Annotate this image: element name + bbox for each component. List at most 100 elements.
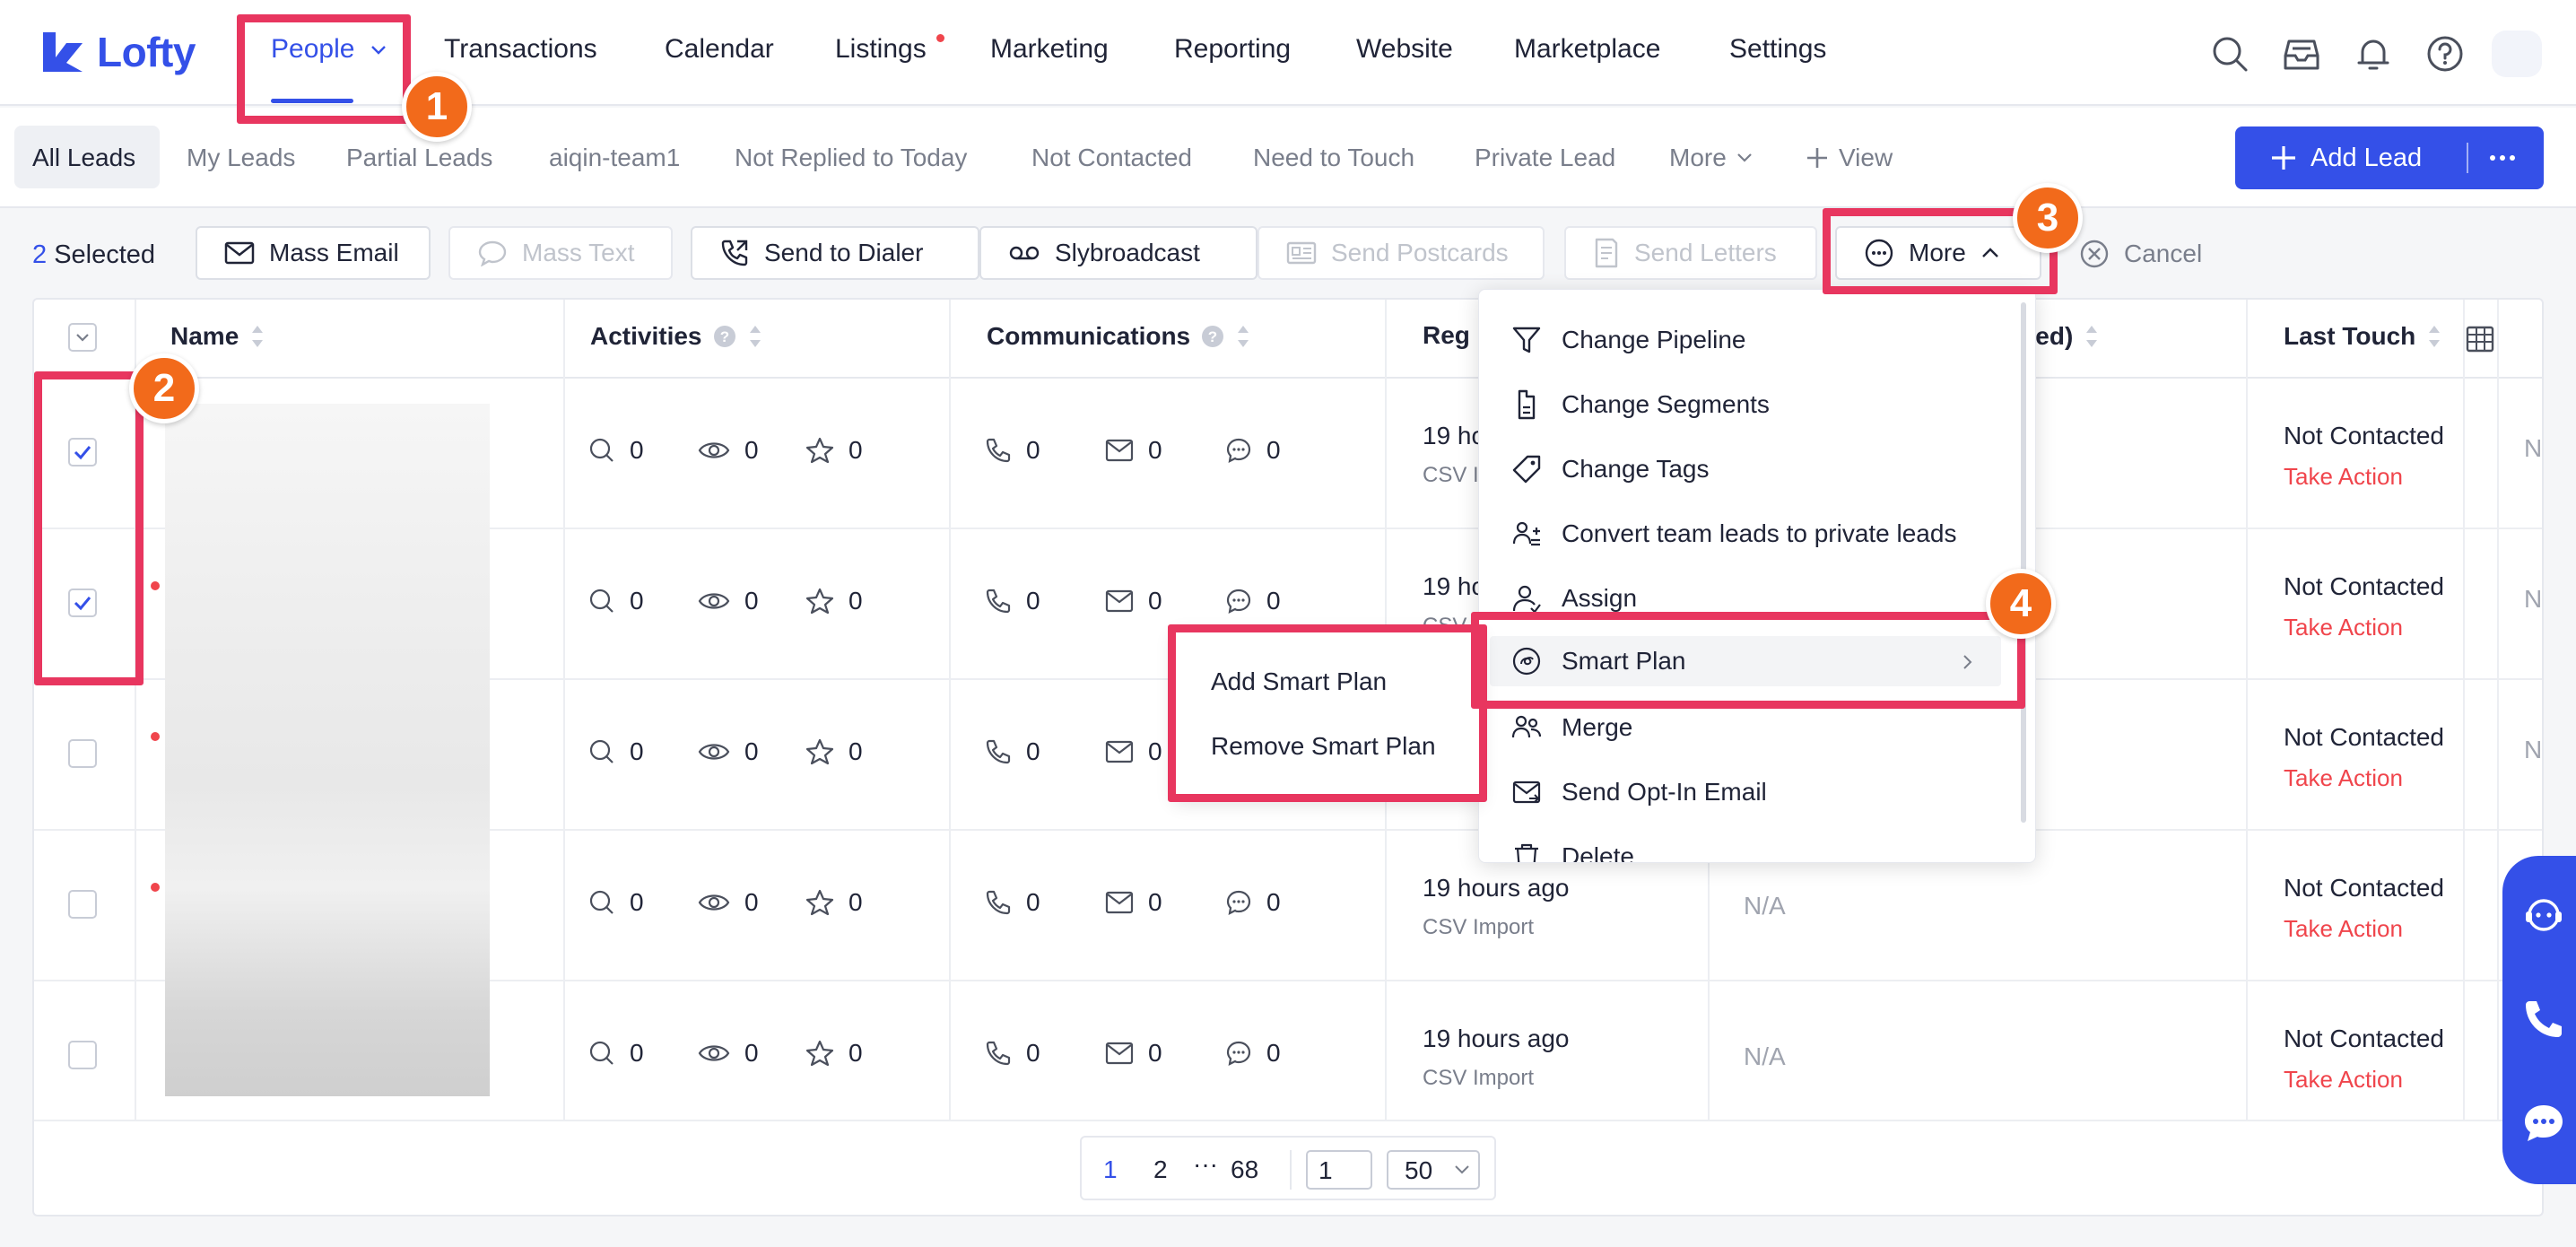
search-icon[interactable] bbox=[2210, 34, 2250, 74]
comm-call-count[interactable]: 0 bbox=[985, 436, 1040, 465]
nav-reporting[interactable]: Reporting bbox=[1174, 34, 1291, 65]
nav-marketplace[interactable]: Marketplace bbox=[1514, 34, 1660, 65]
add-lead-button[interactable]: Add Lead bbox=[2235, 126, 2544, 189]
page-68-button[interactable]: 68 bbox=[1231, 1155, 1258, 1184]
activity-view-count[interactable]: 0 bbox=[698, 436, 759, 465]
activity-view-count[interactable]: 0 bbox=[698, 737, 759, 766]
send-to-dialer-button[interactable]: Send to Dialer bbox=[691, 226, 979, 280]
help-icon[interactable] bbox=[2425, 34, 2465, 74]
row-checkbox[interactable] bbox=[68, 890, 97, 919]
plus-icon bbox=[2272, 146, 2295, 170]
user-avatar[interactable] bbox=[2492, 31, 2542, 77]
tab-all-leads[interactable]: All Leads bbox=[32, 144, 135, 172]
support-agent-icon[interactable] bbox=[2522, 894, 2565, 937]
take-action-link[interactable]: Take Action bbox=[2284, 614, 2403, 641]
tab-need-to-touch[interactable]: Need to Touch bbox=[1253, 144, 1414, 172]
registration-time: 19 hours ago bbox=[1423, 874, 1570, 902]
comm-text-count[interactable]: 0 bbox=[1225, 436, 1281, 465]
row-checkbox[interactable] bbox=[68, 739, 97, 768]
comm-call-count[interactable]: 0 bbox=[985, 1039, 1040, 1068]
row-checkbox[interactable] bbox=[68, 1041, 97, 1069]
nav-settings[interactable]: Settings bbox=[1729, 34, 1826, 65]
nav-marketing[interactable]: Marketing bbox=[990, 34, 1109, 65]
page-size-select[interactable]: 50 bbox=[1387, 1150, 1480, 1190]
tab-not-replied[interactable]: Not Replied to Today bbox=[735, 144, 967, 172]
comm-email-count[interactable]: 0 bbox=[1105, 587, 1162, 615]
inbox-icon[interactable] bbox=[2282, 34, 2321, 74]
comm-text-count[interactable]: 0 bbox=[1225, 587, 1281, 615]
menu-convert-to-private[interactable]: Convert team leads to private leads bbox=[1511, 509, 1956, 559]
activity-search-count[interactable]: 0 bbox=[588, 587, 644, 615]
header-registration[interactable]: Reg bbox=[1423, 321, 1470, 350]
select-all-checkbox[interactable] bbox=[68, 323, 97, 352]
cancel-selection-button[interactable]: Cancel bbox=[2079, 239, 2202, 269]
sort-icon bbox=[1238, 326, 1249, 347]
lofty-logo[interactable]: Lofty bbox=[39, 25, 196, 79]
tab-not-contacted[interactable]: Not Contacted bbox=[1031, 144, 1192, 172]
take-action-link[interactable]: Take Action bbox=[2284, 463, 2403, 491]
page-2-button[interactable]: 2 bbox=[1153, 1155, 1168, 1184]
comm-email-count[interactable]: 0 bbox=[1105, 737, 1162, 766]
add-view-button[interactable]: View bbox=[1805, 144, 1893, 172]
comm-call-count[interactable]: 0 bbox=[985, 587, 1040, 615]
page-1-button[interactable]: 1 bbox=[1103, 1155, 1118, 1184]
menu-change-segments[interactable]: Change Segments bbox=[1511, 379, 1770, 430]
tab-aiqin-team1[interactable]: aiqin-team1 bbox=[549, 144, 680, 172]
chat-icon bbox=[478, 240, 507, 266]
page-ellipsis[interactable]: ··· bbox=[1193, 1150, 1218, 1179]
header-activities[interactable]: Activities ? bbox=[590, 321, 763, 352]
activity-favorite-count[interactable]: 0 bbox=[805, 888, 863, 917]
nav-listings[interactable]: Listings bbox=[835, 34, 927, 65]
menu-send-opt-in-email[interactable]: Send Opt-In Email bbox=[1511, 767, 1767, 817]
comm-email-count[interactable]: 0 bbox=[1105, 436, 1162, 465]
slybroadcast-button[interactable]: Slybroadcast bbox=[979, 226, 1258, 280]
activity-view-count[interactable]: 0 bbox=[698, 1039, 759, 1068]
header-name[interactable]: Name bbox=[170, 321, 265, 352]
activity-favorite-count[interactable]: 0 bbox=[805, 587, 863, 615]
comm-text-count[interactable]: 0 bbox=[1225, 888, 1281, 917]
menu-change-pipeline[interactable]: Change Pipeline bbox=[1511, 315, 1746, 365]
mass-email-button[interactable]: Mass Email bbox=[196, 226, 431, 280]
tab-my-leads[interactable]: My Leads bbox=[187, 144, 295, 172]
tab-more[interactable]: More bbox=[1669, 144, 1754, 172]
activity-favorite-count[interactable]: 0 bbox=[805, 436, 863, 465]
send-postcards-button[interactable]: Send Postcards bbox=[1258, 226, 1545, 280]
menu-change-tags[interactable]: Change Tags bbox=[1511, 444, 1710, 494]
activity-search-count[interactable]: 0 bbox=[588, 888, 644, 917]
tab-partial-leads[interactable]: Partial Leads bbox=[346, 144, 492, 172]
comm-email-count[interactable]: 0 bbox=[1105, 888, 1162, 917]
menu-delete[interactable]: Delete bbox=[1511, 832, 1634, 862]
take-action-link[interactable]: Take Action bbox=[2284, 764, 2403, 792]
comm-email-count[interactable]: 0 bbox=[1105, 1039, 1162, 1068]
activity-search-count[interactable]: 0 bbox=[588, 737, 644, 766]
activity-view-count[interactable]: 0 bbox=[698, 888, 759, 917]
chevron-down-icon bbox=[76, 334, 89, 342]
menu-scrollbar[interactable] bbox=[2021, 302, 2026, 823]
goto-page-input[interactable]: 1 bbox=[1306, 1150, 1372, 1190]
call-icon[interactable] bbox=[2522, 998, 2565, 1041]
bell-icon[interactable] bbox=[2354, 34, 2393, 74]
header-communications[interactable]: Communications ? bbox=[987, 321, 1251, 352]
mass-text-button[interactable]: Mass Text bbox=[448, 226, 673, 280]
tab-private-lead[interactable]: Private Lead bbox=[1475, 144, 1615, 172]
column-settings-icon[interactable] bbox=[2465, 325, 2495, 355]
nav-calendar[interactable]: Calendar bbox=[665, 34, 774, 65]
nav-website[interactable]: Website bbox=[1356, 34, 1453, 65]
menu-merge[interactable]: Merge bbox=[1511, 702, 1632, 753]
activity-favorite-count[interactable]: 0 bbox=[805, 1039, 863, 1068]
activity-search-count[interactable]: 0 bbox=[588, 436, 644, 465]
take-action-link[interactable]: Take Action bbox=[2284, 915, 2403, 943]
nav-transactions[interactable]: Transactions bbox=[444, 34, 597, 65]
more-dots-icon[interactable] bbox=[2488, 146, 2517, 170]
comm-call-count[interactable]: 0 bbox=[985, 888, 1040, 917]
activity-search-count[interactable]: 0 bbox=[588, 1039, 644, 1068]
take-action-link[interactable]: Take Action bbox=[2284, 1066, 2403, 1094]
comm-text-count[interactable]: 0 bbox=[1225, 1039, 1281, 1068]
comm-call-count[interactable]: 0 bbox=[985, 737, 1040, 766]
chat-bubble-icon[interactable] bbox=[2522, 1102, 2565, 1145]
activity-favorite-count[interactable]: 0 bbox=[805, 737, 863, 766]
activity-value: 0 bbox=[849, 587, 863, 615]
activity-view-count[interactable]: 0 bbox=[698, 587, 759, 615]
header-last-touch[interactable]: Last Touch bbox=[2284, 321, 2442, 352]
send-letters-button[interactable]: Send Letters bbox=[1564, 226, 1817, 280]
